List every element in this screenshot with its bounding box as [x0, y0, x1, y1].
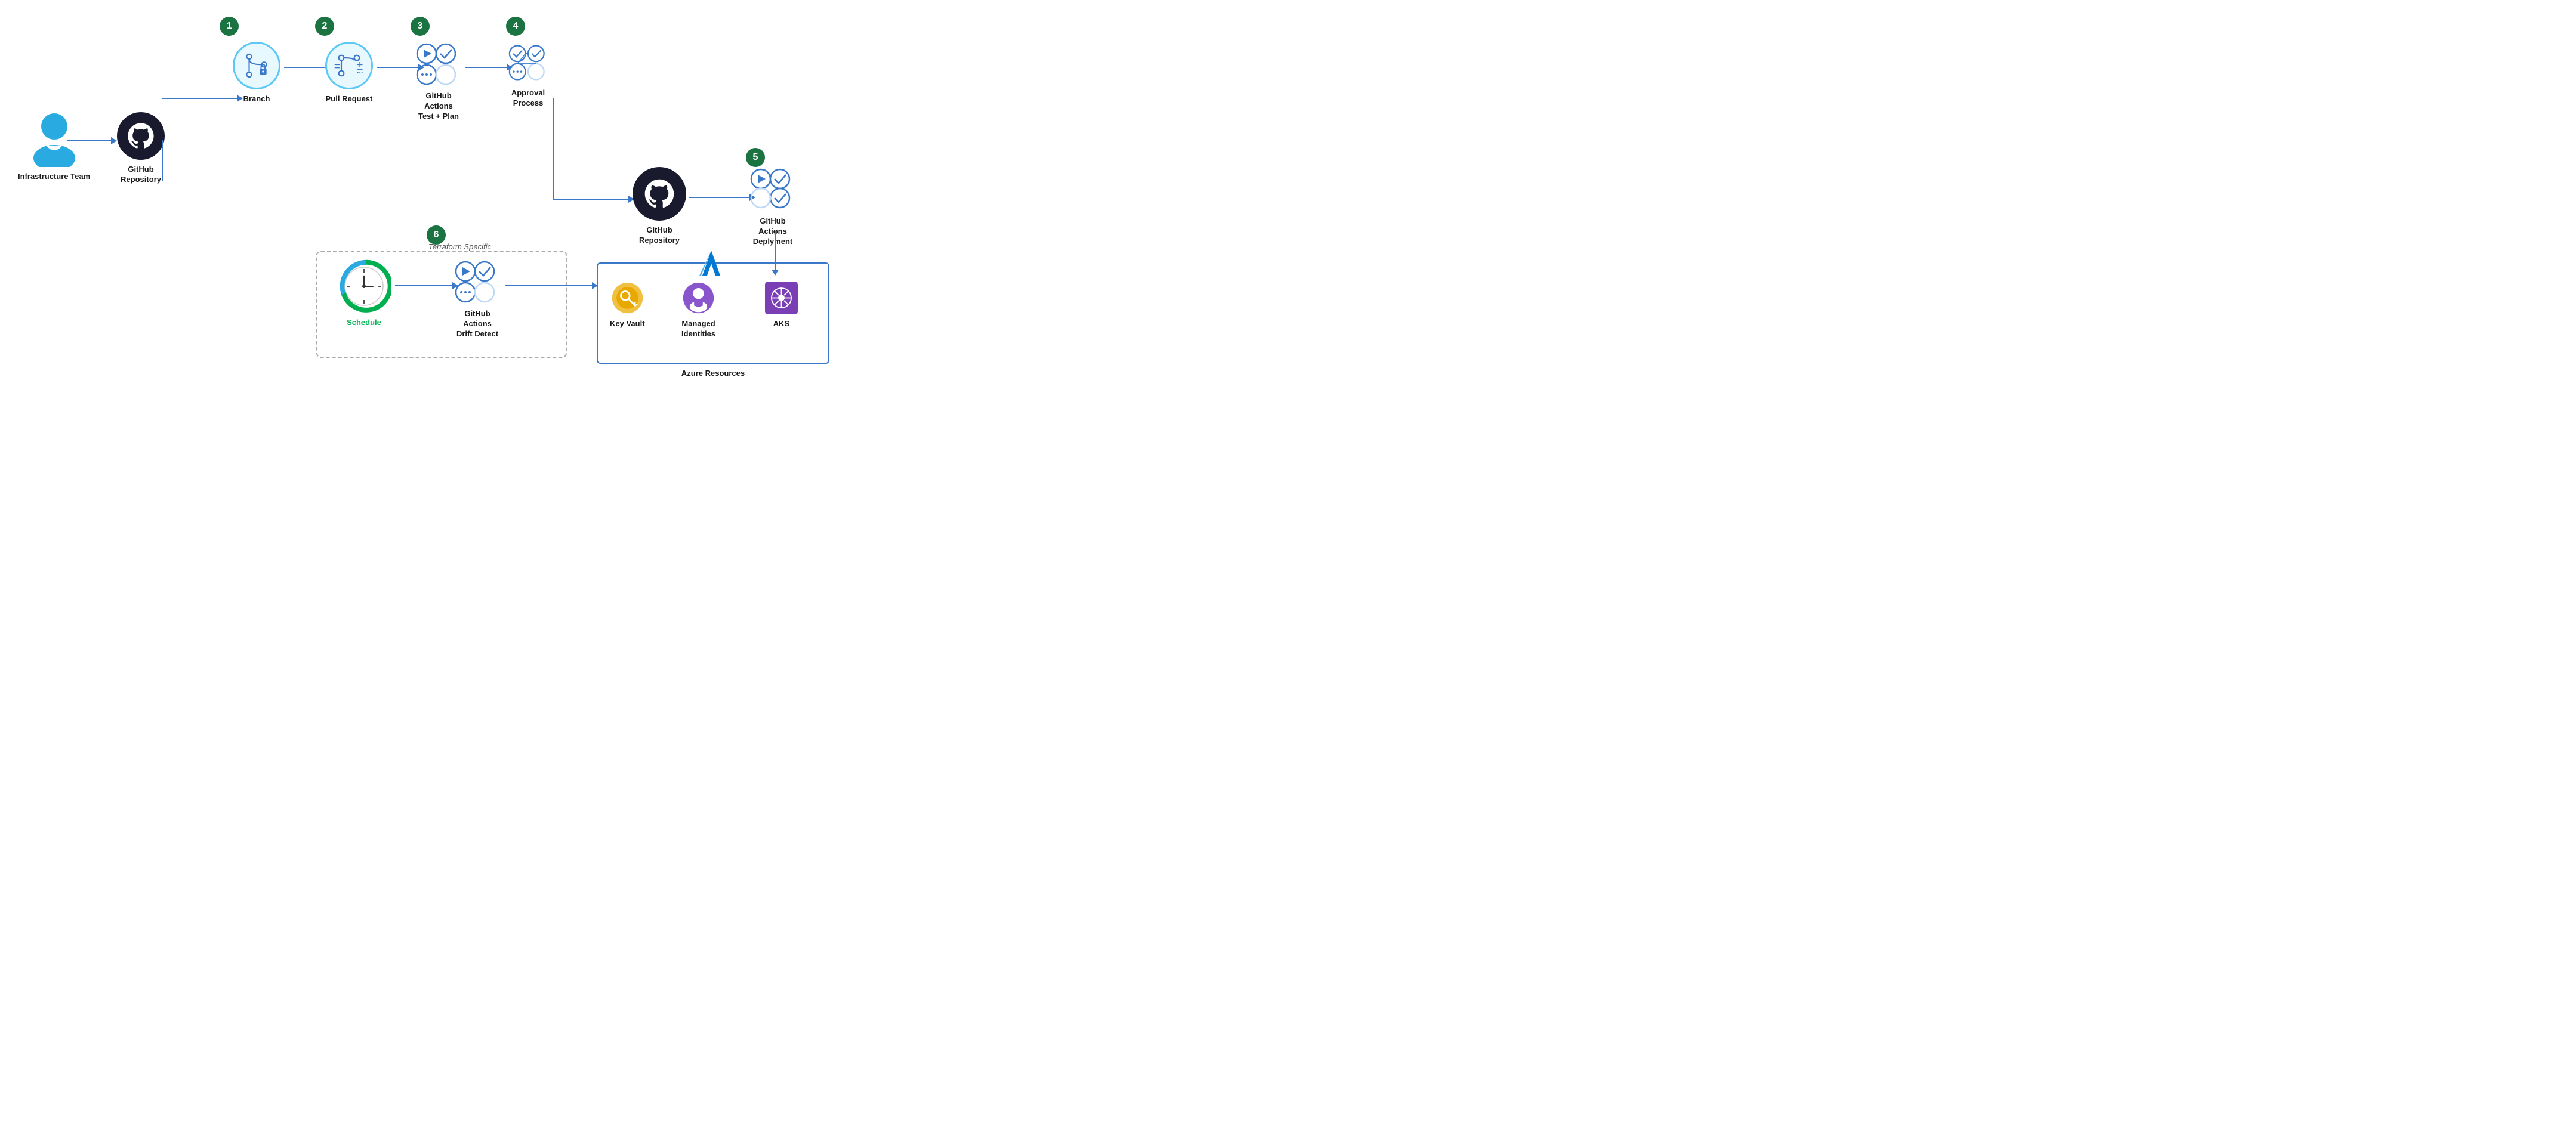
- schedule-clock-icon: [337, 259, 391, 313]
- github-actions-deploy-label: GitHubActionsDeplyment: [753, 217, 792, 247]
- github-actions-test-node: GitHubActionsTest + Plan: [415, 42, 462, 122]
- pull-request-node: Pull Request: [325, 42, 373, 104]
- step-badge-3: 3: [411, 17, 430, 36]
- github-repo-2-icon: [633, 167, 686, 221]
- step-badge-2: 2: [315, 17, 334, 36]
- arrow-approval-down: [553, 98, 554, 200]
- managed-identities-node: ManagedIdentities: [681, 282, 715, 339]
- approval-process-node: ApprovalProcess: [504, 42, 552, 109]
- approval-icon: [504, 42, 552, 84]
- azure-resources-box: Key Vault ManagedIdentities: [597, 262, 829, 364]
- infrastructure-team-node: Infrastructure Team: [18, 113, 90, 182]
- arrow-branch-to-pr: [284, 67, 328, 68]
- branch-icon: [233, 42, 280, 89]
- github-repo-1-icon: [117, 112, 165, 160]
- github-repo-1-node: GitHubRepository: [117, 112, 165, 185]
- github-repo-2-label: GitHubRepository: [639, 225, 680, 246]
- key-vault-node: Key Vault: [610, 282, 645, 329]
- arrow-repo-right: [162, 98, 239, 99]
- github-repo-2-node: GitHubRepository: [633, 167, 686, 246]
- managed-identities-label: ManagedIdentities: [681, 319, 715, 339]
- github-actions-test-label: GitHubActionsTest + Plan: [418, 91, 459, 122]
- actions-deploy-icon: [749, 167, 797, 212]
- github-actions-drift-node: GitHubActionsDrift Detect: [454, 259, 501, 339]
- arrow-head-infra-to-repo: [111, 137, 117, 144]
- step-badge-4: 4: [506, 17, 525, 36]
- approval-process-label: ApprovalProcess: [511, 88, 545, 109]
- arrow-approval-right: [553, 199, 631, 200]
- step-badge-5: 5: [746, 148, 765, 167]
- pull-request-icon: [325, 42, 373, 89]
- managed-identities-icon: [682, 282, 715, 314]
- aks-label: AKS: [773, 319, 789, 329]
- schedule-label: Schedule: [347, 318, 381, 328]
- infrastructure-team-label: Infrastructure Team: [18, 172, 90, 182]
- branch-label: Branch: [243, 94, 270, 104]
- diagram-container: 1 2 3 4 5 6 Infrastructure Team: [0, 0, 859, 382]
- arrow-actions-to-approval: [465, 67, 509, 68]
- branch-node: Branch: [233, 42, 280, 104]
- arrow-pr-to-actions: [377, 67, 421, 68]
- arrow-schedule-to-drift: [395, 285, 455, 286]
- aks-node: AKS: [765, 282, 798, 329]
- step-badge-1: 1: [220, 17, 239, 36]
- key-vault-label: Key Vault: [610, 319, 645, 329]
- azure-resources-label: Azure Resources: [627, 369, 800, 378]
- github-repo-1-label: GitHubRepository: [121, 165, 161, 185]
- pull-request-label: Pull Request: [326, 94, 373, 104]
- schedule-node: Schedule: [337, 259, 391, 328]
- terraform-label: Terraform Specific: [428, 242, 491, 251]
- actions-test-icon: [415, 42, 462, 86]
- key-vault-icon: [611, 282, 644, 314]
- azure-logo: [690, 246, 726, 282]
- arrow-repo-up: [162, 140, 163, 181]
- arrow-repo2-to-deploy: [689, 197, 752, 198]
- github-actions-drift-label: GitHubActionsDrift Detect: [456, 309, 498, 339]
- actions-drift-icon: [454, 259, 501, 304]
- arrow-drift-to-azure: [505, 285, 594, 286]
- aks-icon: [765, 282, 798, 314]
- arrow-infra-to-repo: [67, 140, 113, 141]
- github-actions-deploy-node: GitHubActionsDeplyment: [749, 167, 797, 247]
